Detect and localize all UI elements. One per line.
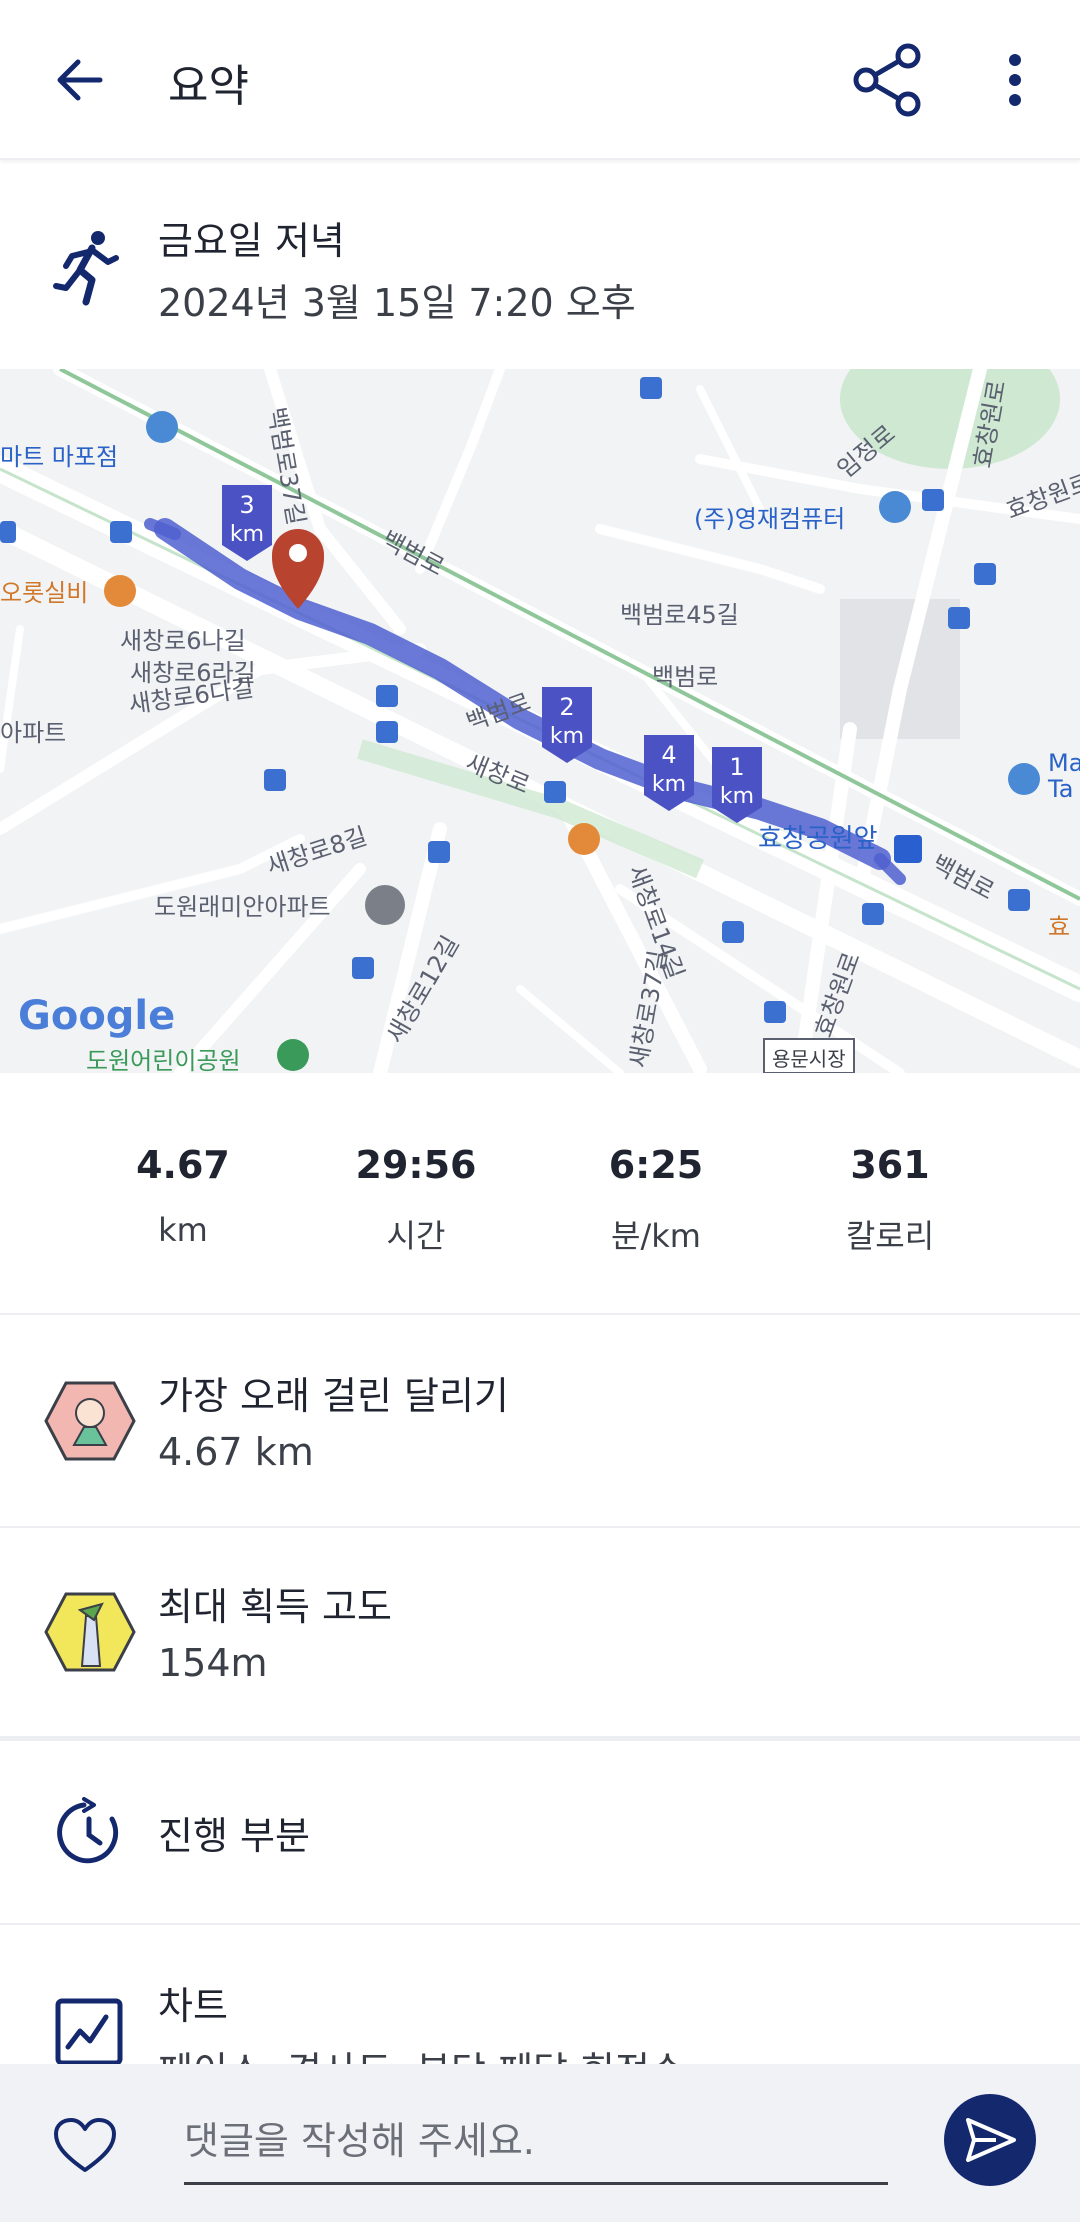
stat-pace: 6:25 분/km: [546, 1143, 766, 1257]
app-bar: 요약: [0, 0, 1080, 160]
svg-text:km: km: [652, 772, 686, 797]
map-label-apt: 아파트: [0, 719, 66, 747]
achievement-title: 최대 획득 고도: [158, 1585, 392, 1629]
stat-label: km: [158, 1211, 208, 1249]
achievement-value: 154m: [158, 1641, 268, 1685]
svg-text:1: 1: [729, 753, 744, 781]
comment-bar: [0, 2064, 1080, 2222]
svg-text:4: 4: [661, 741, 676, 769]
map-label-baekbeom45: 백범로45길: [620, 601, 739, 629]
more-vertical-icon[interactable]: [990, 50, 1040, 110]
send-button[interactable]: [944, 2094, 1036, 2186]
splits-section[interactable]: 진행 부분: [0, 1741, 1080, 1925]
map-label-yj: (주)영재컴퓨터: [694, 505, 845, 533]
charts-label: 차트: [158, 1984, 228, 2028]
stat-time: 29:56 시간: [306, 1143, 526, 1257]
longest-run-badge-icon: [44, 1381, 136, 1461]
map-label-orange-right: 효: [1048, 913, 1070, 941]
stat-label: 시간: [386, 1217, 446, 1255]
poi-restaurant-icon: [568, 823, 600, 855]
activity-name: 금요일 저녁: [158, 219, 345, 263]
poi-store-icon-2: [1008, 763, 1040, 795]
svg-text:2: 2: [559, 693, 574, 721]
page-title: 요약: [168, 61, 249, 112]
arrow-left-icon[interactable]: [50, 50, 110, 110]
chart-icon: [55, 1998, 123, 2066]
svg-text:km: km: [230, 522, 264, 547]
svg-text:3: 3: [239, 491, 254, 519]
stat-value: 29:56: [355, 1143, 477, 1187]
map-label-ta: Ta: [1047, 775, 1073, 803]
heart-icon[interactable]: [52, 2116, 118, 2176]
achievement-max-elevation[interactable]: 최대 획득 고도 154m: [0, 1528, 1080, 1741]
splits-label: 진행 부분: [158, 1814, 310, 1858]
km-marker-4: 4 km: [644, 735, 694, 811]
map-label-yongmun: 용문시장: [772, 1047, 846, 1071]
km-marker-2: 2 km: [542, 687, 592, 763]
achievement-longest-run[interactable]: 가장 오래 걸린 달리기 4.67 km: [0, 1315, 1080, 1528]
stats-row: 4.67 km 29:56 시간 6:25 분/km 361 칼로리: [0, 1073, 1080, 1315]
elevation-badge-icon: [44, 1592, 136, 1672]
activity-header: 금요일 저녁 2024년 3월 15일 7:20 오후: [0, 160, 1080, 368]
poi-shop-icon: [146, 411, 178, 443]
map-label-dowon-park: 도원어린이공원: [86, 1047, 241, 1073]
send-icon: [966, 2118, 1016, 2162]
achievement-title: 가장 오래 걸린 달리기: [158, 1374, 509, 1418]
timer-icon: [57, 1797, 119, 1864]
km-marker-1: 1 km: [712, 747, 762, 823]
poi-store-icon: [879, 491, 911, 523]
running-person-icon: [53, 231, 119, 306]
map-label-ma: Ma: [1048, 749, 1080, 777]
route-map[interactable]: 마트 마포점 오롯실비 (주)영재컴퓨터 백범로 백범로45길 백범로 백범로 …: [0, 369, 1080, 1073]
stat-distance: 4.67 km: [73, 1143, 293, 1249]
svg-text:km: km: [550, 724, 584, 749]
poi-park-icon: [277, 1039, 309, 1071]
stat-value: 361: [850, 1143, 930, 1187]
comment-input[interactable]: [184, 2100, 888, 2185]
km-marker-3: 3 km: [222, 485, 272, 561]
activity-datetime: 2024년 3월 15일 7:20 오후: [158, 281, 636, 325]
google-logo: Google: [18, 993, 175, 1039]
map-label-hyochang-station: 효창공원앞: [758, 824, 878, 854]
stat-calories: 361 칼로리: [780, 1143, 1000, 1257]
poi-bar-icon: [104, 575, 136, 607]
map-label-saechang6na: 새창로6나길: [120, 627, 246, 655]
stat-value: 4.67: [136, 1143, 230, 1187]
metro-icon: [894, 835, 922, 863]
map-label-dowon-apt: 도원래미안아파트: [154, 893, 331, 921]
stat-label: 칼로리: [845, 1217, 935, 1255]
map-label-mart: 마트 마포점: [0, 443, 118, 471]
achievement-value: 4.67 km: [158, 1430, 314, 1474]
stat-value: 6:25: [608, 1143, 704, 1187]
map-label-baekbeom-2: 백범로: [652, 663, 718, 691]
stat-label: 분/km: [611, 1217, 701, 1255]
map-label-orosil: 오롯실비: [0, 579, 88, 607]
svg-text:km: km: [720, 784, 754, 809]
share-icon[interactable]: [850, 42, 926, 118]
poi-apartment-pin-icon: [365, 885, 405, 925]
